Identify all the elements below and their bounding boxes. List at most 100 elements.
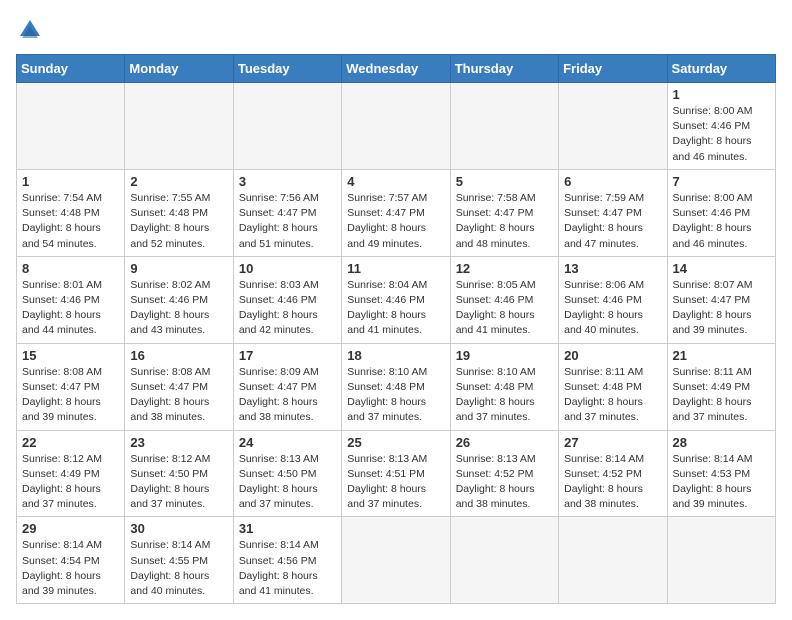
- calendar-cell: [342, 83, 450, 170]
- calendar-cell: 30 Sunrise: 8:14 AM Sunset: 4:55 PM Dayl…: [125, 517, 233, 604]
- day-number: 12: [456, 261, 553, 276]
- day-info: Sunrise: 8:03 AM Sunset: 4:46 PM Dayligh…: [239, 278, 336, 339]
- day-info: Sunrise: 7:56 AM Sunset: 4:47 PM Dayligh…: [239, 191, 336, 252]
- calendar-cell: 3 Sunrise: 7:56 AM Sunset: 4:47 PM Dayli…: [233, 169, 341, 256]
- day-number: 17: [239, 348, 336, 363]
- weekday-header-monday: Monday: [125, 55, 233, 83]
- day-number: 20: [564, 348, 661, 363]
- day-number: 28: [673, 435, 770, 450]
- calendar-cell: 26 Sunrise: 8:13 AM Sunset: 4:52 PM Dayl…: [450, 430, 558, 517]
- calendar-cell: 21 Sunrise: 8:11 AM Sunset: 4:49 PM Dayl…: [667, 343, 775, 430]
- day-number: 15: [22, 348, 119, 363]
- calendar-cell: 23 Sunrise: 8:12 AM Sunset: 4:50 PM Dayl…: [125, 430, 233, 517]
- day-info: Sunrise: 8:13 AM Sunset: 4:52 PM Dayligh…: [456, 452, 553, 513]
- day-number: 6: [564, 174, 661, 189]
- day-info: Sunrise: 8:10 AM Sunset: 4:48 PM Dayligh…: [456, 365, 553, 426]
- day-number: 21: [673, 348, 770, 363]
- calendar-cell: 28 Sunrise: 8:14 AM Sunset: 4:53 PM Dayl…: [667, 430, 775, 517]
- day-info: Sunrise: 8:06 AM Sunset: 4:46 PM Dayligh…: [564, 278, 661, 339]
- day-number: 7: [673, 174, 770, 189]
- day-number: 4: [347, 174, 444, 189]
- calendar-cell: 29 Sunrise: 8:14 AM Sunset: 4:54 PM Dayl…: [17, 517, 125, 604]
- day-info: Sunrise: 8:08 AM Sunset: 4:47 PM Dayligh…: [130, 365, 227, 426]
- day-info: Sunrise: 8:12 AM Sunset: 4:50 PM Dayligh…: [130, 452, 227, 513]
- day-number: 2: [130, 174, 227, 189]
- weekday-header-saturday: Saturday: [667, 55, 775, 83]
- day-info: Sunrise: 8:11 AM Sunset: 4:48 PM Dayligh…: [564, 365, 661, 426]
- day-info: Sunrise: 8:02 AM Sunset: 4:46 PM Dayligh…: [130, 278, 227, 339]
- day-number: 30: [130, 521, 227, 536]
- day-info: Sunrise: 8:14 AM Sunset: 4:56 PM Dayligh…: [239, 538, 336, 599]
- calendar-week-2: 1 Sunrise: 7:54 AM Sunset: 4:48 PM Dayli…: [17, 169, 776, 256]
- calendar-cell: 24 Sunrise: 8:13 AM Sunset: 4:50 PM Dayl…: [233, 430, 341, 517]
- day-number: 27: [564, 435, 661, 450]
- calendar-cell: [125, 83, 233, 170]
- day-number: 14: [673, 261, 770, 276]
- day-info: Sunrise: 7:58 AM Sunset: 4:47 PM Dayligh…: [456, 191, 553, 252]
- calendar-cell: [342, 517, 450, 604]
- calendar-cell: 7 Sunrise: 8:00 AM Sunset: 4:46 PM Dayli…: [667, 169, 775, 256]
- day-info: Sunrise: 7:54 AM Sunset: 4:48 PM Dayligh…: [22, 191, 119, 252]
- day-number: 5: [456, 174, 553, 189]
- day-info: Sunrise: 8:01 AM Sunset: 4:46 PM Dayligh…: [22, 278, 119, 339]
- calendar-cell: 1 Sunrise: 7:54 AM Sunset: 4:48 PM Dayli…: [17, 169, 125, 256]
- calendar-cell: 6 Sunrise: 7:59 AM Sunset: 4:47 PM Dayli…: [559, 169, 667, 256]
- weekday-header-wednesday: Wednesday: [342, 55, 450, 83]
- day-number: 19: [456, 348, 553, 363]
- calendar-cell: 2 Sunrise: 7:55 AM Sunset: 4:48 PM Dayli…: [125, 169, 233, 256]
- calendar-cell: 31 Sunrise: 8:14 AM Sunset: 4:56 PM Dayl…: [233, 517, 341, 604]
- calendar-cell: 15 Sunrise: 8:08 AM Sunset: 4:47 PM Dayl…: [17, 343, 125, 430]
- calendar-cell: [233, 83, 341, 170]
- day-number: 23: [130, 435, 227, 450]
- day-number: 10: [239, 261, 336, 276]
- weekday-header-sunday: Sunday: [17, 55, 125, 83]
- calendar-cell: 1 Sunrise: 8:00 AM Sunset: 4:46 PM Dayli…: [667, 83, 775, 170]
- day-info: Sunrise: 8:13 AM Sunset: 4:51 PM Dayligh…: [347, 452, 444, 513]
- calendar-cell: [450, 517, 558, 604]
- calendar-cell: 14 Sunrise: 8:07 AM Sunset: 4:47 PM Dayl…: [667, 256, 775, 343]
- calendar-cell: [450, 83, 558, 170]
- day-info: Sunrise: 8:14 AM Sunset: 4:53 PM Dayligh…: [673, 452, 770, 513]
- day-info: Sunrise: 8:14 AM Sunset: 4:54 PM Dayligh…: [22, 538, 119, 599]
- calendar-cell: 18 Sunrise: 8:10 AM Sunset: 4:48 PM Dayl…: [342, 343, 450, 430]
- day-number: 26: [456, 435, 553, 450]
- calendar-cell: 10 Sunrise: 8:03 AM Sunset: 4:46 PM Dayl…: [233, 256, 341, 343]
- calendar-cell: 16 Sunrise: 8:08 AM Sunset: 4:47 PM Dayl…: [125, 343, 233, 430]
- day-number: 16: [130, 348, 227, 363]
- weekday-header-row: SundayMondayTuesdayWednesdayThursdayFrid…: [17, 55, 776, 83]
- day-info: Sunrise: 8:08 AM Sunset: 4:47 PM Dayligh…: [22, 365, 119, 426]
- day-info: Sunrise: 8:09 AM Sunset: 4:47 PM Dayligh…: [239, 365, 336, 426]
- calendar-cell: 17 Sunrise: 8:09 AM Sunset: 4:47 PM Dayl…: [233, 343, 341, 430]
- day-info: Sunrise: 7:59 AM Sunset: 4:47 PM Dayligh…: [564, 191, 661, 252]
- day-number: 22: [22, 435, 119, 450]
- logo: [16, 16, 48, 44]
- calendar-cell: 12 Sunrise: 8:05 AM Sunset: 4:46 PM Dayl…: [450, 256, 558, 343]
- day-number: 3: [239, 174, 336, 189]
- day-info: Sunrise: 8:10 AM Sunset: 4:48 PM Dayligh…: [347, 365, 444, 426]
- calendar-cell: 4 Sunrise: 7:57 AM Sunset: 4:47 PM Dayli…: [342, 169, 450, 256]
- calendar-cell: 8 Sunrise: 8:01 AM Sunset: 4:46 PM Dayli…: [17, 256, 125, 343]
- weekday-header-thursday: Thursday: [450, 55, 558, 83]
- calendar-cell: 22 Sunrise: 8:12 AM Sunset: 4:49 PM Dayl…: [17, 430, 125, 517]
- day-number: 9: [130, 261, 227, 276]
- day-info: Sunrise: 8:00 AM Sunset: 4:46 PM Dayligh…: [673, 104, 770, 165]
- calendar-cell: [559, 83, 667, 170]
- day-number: 29: [22, 521, 119, 536]
- day-info: Sunrise: 8:13 AM Sunset: 4:50 PM Dayligh…: [239, 452, 336, 513]
- day-number: 31: [239, 521, 336, 536]
- calendar-cell: [17, 83, 125, 170]
- day-number: 18: [347, 348, 444, 363]
- day-number: 1: [22, 174, 119, 189]
- calendar-cell: 13 Sunrise: 8:06 AM Sunset: 4:46 PM Dayl…: [559, 256, 667, 343]
- day-number: 25: [347, 435, 444, 450]
- day-number: 8: [22, 261, 119, 276]
- calendar-cell: 5 Sunrise: 7:58 AM Sunset: 4:47 PM Dayli…: [450, 169, 558, 256]
- day-info: Sunrise: 8:12 AM Sunset: 4:49 PM Dayligh…: [22, 452, 119, 513]
- day-info: Sunrise: 8:05 AM Sunset: 4:46 PM Dayligh…: [456, 278, 553, 339]
- calendar-week-6: 29 Sunrise: 8:14 AM Sunset: 4:54 PM Dayl…: [17, 517, 776, 604]
- calendar-cell: [559, 517, 667, 604]
- header: [16, 16, 776, 44]
- day-number: 1: [673, 87, 770, 102]
- calendar-week-3: 8 Sunrise: 8:01 AM Sunset: 4:46 PM Dayli…: [17, 256, 776, 343]
- day-info: Sunrise: 8:14 AM Sunset: 4:52 PM Dayligh…: [564, 452, 661, 513]
